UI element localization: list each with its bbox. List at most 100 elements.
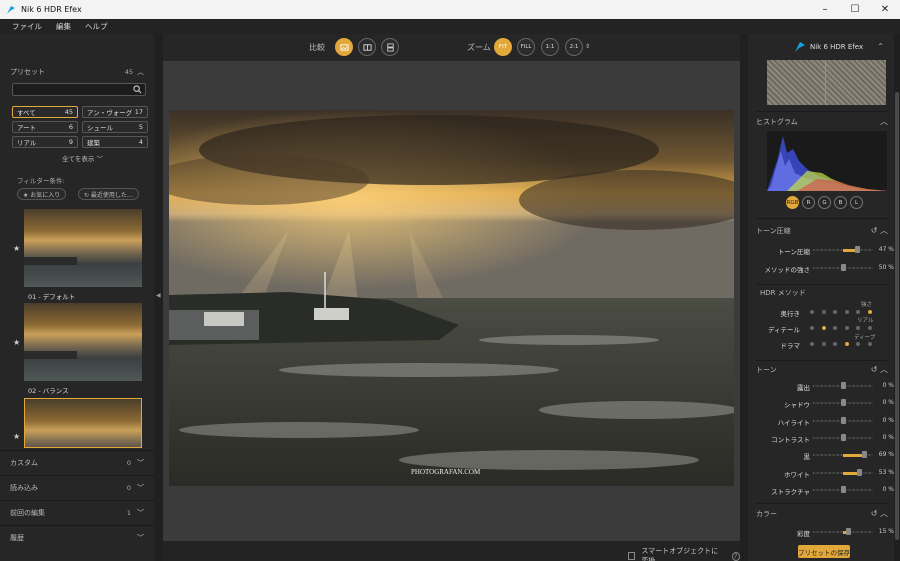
histogram — [767, 131, 887, 191]
show-all-link[interactable]: 全てを表示 ﹀ — [62, 153, 103, 163]
color-title: カラー — [756, 509, 777, 518]
slider-handle[interactable] — [841, 416, 846, 424]
favorite-star-icon[interactable]: ★ — [13, 338, 20, 347]
filter-label: フィルター条件: — [17, 177, 65, 185]
menu-help[interactable]: ヘルプ — [85, 21, 108, 32]
slider-value: 50 % — [878, 264, 894, 271]
favorite-star-icon[interactable]: ★ — [13, 244, 20, 253]
slider-handle[interactable] — [845, 528, 851, 535]
slider-handle[interactable] — [841, 264, 846, 271]
favorites-filter-button[interactable]: ★ お気に入り — [17, 188, 67, 200]
preset-search-input[interactable] — [12, 83, 146, 96]
channel-b-button[interactable]: B — [834, 196, 847, 209]
menu-edit[interactable]: 編集 — [56, 21, 71, 32]
tone-compression-title: トーン圧縮 — [756, 226, 791, 235]
slider-handle[interactable] — [841, 382, 846, 389]
history-section[interactable]: 履歴 ﹀ — [0, 525, 154, 550]
compare-single-view-button[interactable] — [335, 38, 353, 56]
hdr-method-option[interactable] — [856, 326, 861, 330]
favorite-star-icon[interactable]: ★ — [13, 432, 20, 441]
zoom-fill-button[interactable]: FILL — [517, 38, 535, 56]
import-section[interactable]: 読み込み 0 ﹀ — [0, 475, 154, 500]
preset-thumbnail-selected[interactable] — [24, 398, 142, 448]
slider-handle[interactable] — [857, 468, 863, 476]
right-panel-divider[interactable] — [740, 34, 748, 561]
slider-handle[interactable] — [841, 399, 846, 407]
preset-category-surreal[interactable]: シュール 5 — [82, 121, 148, 133]
hdr-method-option[interactable] — [844, 310, 849, 314]
hdr-method-option[interactable] — [810, 326, 814, 330]
tone-header[interactable]: トーン ↺ ︿ — [756, 364, 888, 375]
chevron-up-icon[interactable]: ︿ — [880, 116, 888, 127]
hdr-method-row: 奥行き — [748, 306, 894, 318]
hdr-method-option[interactable] — [810, 342, 814, 346]
zoom-1-1-button[interactable]: 1:1 — [541, 38, 559, 56]
hdr-method-option[interactable] — [833, 310, 838, 314]
compare-side-by-side-button[interactable] — [381, 38, 399, 56]
presets-count: 45 — [124, 68, 133, 76]
slider-handle[interactable] — [854, 246, 860, 253]
save-preset-button[interactable]: プリセットの保存 — [798, 545, 850, 558]
preset-category-architecture[interactable]: 建築 4 — [82, 136, 148, 148]
smart-object-option[interactable]: スマートオブジェクトに変換 ? — [628, 546, 740, 561]
preset-category-art[interactable]: アート 6 — [12, 121, 78, 133]
reset-and-collapse-icons[interactable]: ↺ ︿ — [871, 364, 888, 375]
preview-photo[interactable]: PHOTOGRAFAN.COM — [169, 110, 734, 486]
preset-category-real[interactable]: リアル 9 — [12, 136, 78, 148]
hdr-method-option[interactable] — [833, 342, 838, 346]
hdr-method-option[interactable] — [821, 342, 826, 346]
zoom-stepper-icon[interactable]: ⇕ — [585, 43, 590, 50]
channel-r-button[interactable]: R — [802, 196, 815, 209]
close-button[interactable]: ✕ — [870, 0, 900, 19]
collapse-left-icon[interactable]: ◀ — [156, 292, 161, 299]
preset-category-all[interactable]: すべて 45 — [12, 106, 78, 118]
custom-section[interactable]: カスタム 0 ﹀ — [0, 450, 154, 475]
hdr-method-option[interactable] — [821, 310, 826, 314]
hdr-method-option[interactable] — [867, 310, 872, 314]
smart-object-checkbox[interactable] — [628, 552, 636, 560]
slider-handle[interactable] — [841, 485, 846, 493]
hdr-method-selector — [810, 309, 872, 315]
help-icon[interactable]: ? — [731, 551, 740, 561]
hdr-method-option[interactable] — [867, 342, 872, 346]
channel-rgb-button[interactable]: RGB — [786, 196, 799, 209]
preset-thumbnail[interactable] — [24, 303, 142, 381]
channel-g-button[interactable]: G — [818, 196, 831, 209]
hdr-method-option[interactable] — [810, 310, 814, 314]
reset-and-collapse-icons[interactable]: ↺ ︿ — [871, 225, 888, 236]
hdr-method-option[interactable] — [821, 326, 826, 330]
chevron-up-icon[interactable]: ︿ — [137, 67, 144, 77]
presets-header[interactable]: プリセット 45 ︿ — [10, 67, 144, 77]
compare-split-view-button[interactable] — [358, 38, 376, 56]
histogram-header[interactable]: ヒストグラム ︿ — [756, 116, 888, 127]
navigator-thumbnail[interactable] — [767, 60, 886, 105]
tone-compression-header[interactable]: トーン圧縮 ↺ ︿ — [756, 225, 888, 236]
search-icon[interactable] — [133, 85, 142, 94]
minimize-button[interactable]: – — [810, 0, 840, 19]
preset-category-envogue[interactable]: アン・ヴォーグ 17 — [82, 106, 148, 118]
image-canvas[interactable]: PHOTOGRAFAN.COM — [163, 61, 740, 541]
menu-bar: ファイル 編集 ヘルプ — [0, 19, 900, 34]
zoom-fit-button[interactable]: FIT — [494, 38, 512, 56]
slider-handle[interactable] — [862, 451, 867, 459]
menu-file[interactable]: ファイル — [12, 21, 42, 32]
hdr-method-option[interactable] — [833, 326, 838, 330]
color-header[interactable]: カラー ↺ ︿ — [756, 508, 888, 519]
reset-and-collapse-icons[interactable]: ↺ ︿ — [871, 508, 888, 519]
hdr-method-option[interactable] — [844, 326, 849, 330]
zoom-2-1-button[interactable]: 2:1 — [565, 38, 583, 56]
channel-l-button[interactable]: L — [850, 196, 863, 209]
hdr-method-option[interactable] — [856, 342, 861, 346]
slider-handle[interactable] — [841, 433, 846, 441]
panel-scrollbar-thumb[interactable] — [895, 92, 899, 540]
hdr-method-option[interactable] — [856, 310, 861, 314]
previous-edit-section[interactable]: 前回の編集 1 ﹀ — [0, 500, 154, 525]
collapse-panel-icon[interactable]: ⌃ — [877, 42, 884, 51]
preset-thumbnail[interactable] — [24, 209, 142, 287]
recent-filter-button[interactable]: ↻ 最近使用した… — [78, 188, 139, 200]
slider-value: 53 % — [878, 468, 894, 476]
hdr-method-option[interactable] — [867, 326, 872, 330]
stacked-view-icon — [386, 42, 394, 52]
hdr-method-option[interactable] — [844, 342, 849, 346]
maximize-button[interactable]: ☐ — [840, 0, 870, 19]
